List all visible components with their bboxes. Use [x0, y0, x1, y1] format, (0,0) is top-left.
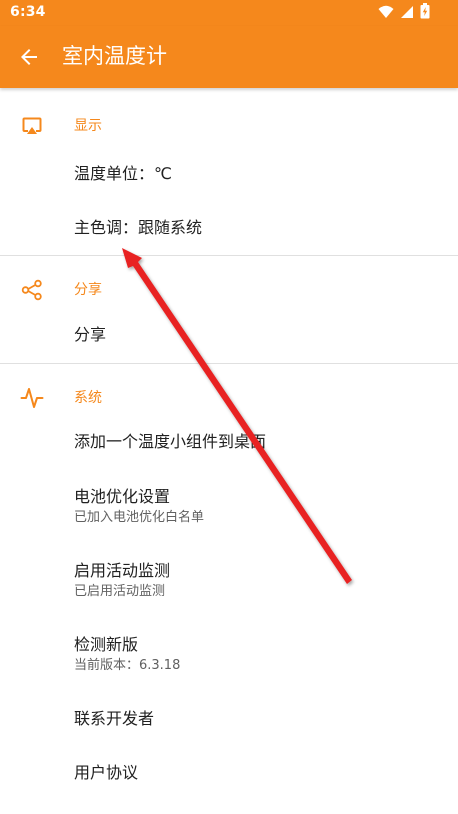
pref-check-update[interactable]: 检测新版 当前版本：6.3.18 — [0, 626, 458, 680]
pref-title: 温度单位：℃ — [74, 164, 172, 183]
back-button[interactable] — [10, 38, 48, 76]
pref-title: 检测新版 — [74, 635, 139, 654]
section-header-system: 系统 — [0, 380, 458, 416]
pref-temperature-unit[interactable]: 温度单位：℃ — [0, 148, 458, 202]
status-time: 6:34 — [10, 4, 46, 20]
pref-title: 电池优化设置 — [74, 487, 171, 506]
pref-title: 添加一个温度小组件到桌面 — [74, 432, 267, 451]
section-title-share: 分享 — [74, 282, 102, 298]
section-title-display: 显示 — [74, 118, 102, 134]
battery-charging-icon — [420, 3, 430, 23]
pref-user-agreement[interactable]: 用户协议 — [0, 746, 458, 800]
pref-contact-developer[interactable]: 联系开发者 — [0, 692, 458, 746]
pref-add-widget[interactable]: 添加一个温度小组件到桌面 — [0, 418, 458, 470]
pref-title: 联系开发者 — [74, 709, 155, 728]
status-icons — [378, 3, 430, 23]
share-icon — [21, 279, 42, 301]
pref-summary: 已启用活动监测 — [74, 584, 166, 599]
settings-list: 显示 温度单位：℃ 主色调：跟随系统 分享 分享 系统 添加一个温度小组件到桌面… — [0, 88, 458, 814]
divider — [0, 363, 458, 364]
page-title: 室内温度计 — [62, 44, 167, 68]
pref-summary: 已加入电池优化白名单 — [74, 510, 205, 525]
cast-screen-icon — [22, 117, 42, 134]
pref-activity-monitor[interactable]: 启用活动监测 已启用活动监测 — [0, 552, 458, 606]
pulse-icon — [20, 388, 44, 408]
pref-title: 用户协议 — [74, 763, 139, 782]
signal-icon — [400, 4, 414, 23]
app-bar: 室内温度计 — [0, 26, 458, 88]
pref-share[interactable]: 分享 — [0, 310, 458, 364]
pref-battery-optimization[interactable]: 电池优化设置 已加入电池优化白名单 — [0, 478, 458, 532]
status-bar: 6:34 — [0, 0, 458, 26]
arrow-left-icon — [21, 49, 37, 65]
divider — [0, 255, 458, 256]
section-header-share: 分享 — [0, 272, 458, 308]
wifi-icon — [378, 4, 394, 23]
pref-theme-color[interactable]: 主色调：跟随系统 — [0, 202, 458, 256]
pref-title: 启用活动监测 — [74, 561, 171, 580]
section-header-display: 显示 — [0, 108, 458, 144]
pref-title: 分享 — [74, 325, 107, 344]
section-title-system: 系统 — [74, 390, 102, 406]
pref-title: 主色调：跟随系统 — [74, 218, 203, 237]
pref-summary: 当前版本：6.3.18 — [74, 658, 181, 673]
